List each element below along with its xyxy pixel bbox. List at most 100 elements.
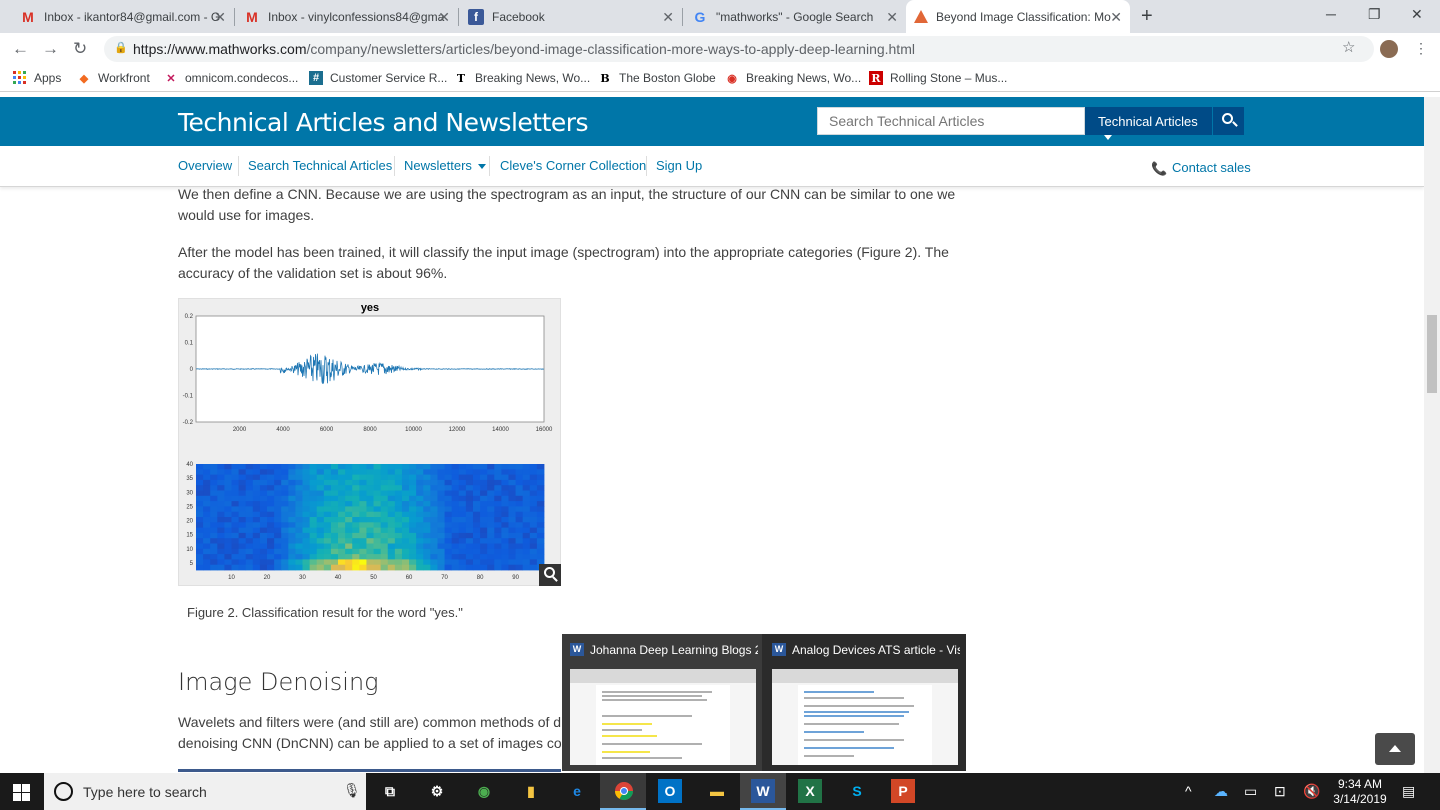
search-button[interactable] — [1213, 107, 1244, 135]
microphone-icon[interactable]: 🎙 — [343, 782, 361, 799]
thumbnail-window-1[interactable]: W Johanna Deep Learning Blogs 2... — [562, 634, 762, 771]
restore-icon[interactable]: ❐ — [1368, 6, 1381, 23]
bookmark-news[interactable]: ◉ Breaking News, Wo... — [725, 71, 861, 85]
bookmark-customer-service[interactable]: # Customer Service R... — [309, 71, 447, 85]
contact-sales-link[interactable]: Contact sales — [1172, 160, 1251, 175]
windows-start-icon[interactable] — [13, 784, 30, 801]
spectrogram-cell — [259, 543, 268, 550]
spectrogram-cell — [387, 495, 396, 502]
bookmark-star-icon[interactable]: ☆ — [1342, 38, 1355, 56]
nav-sign-up[interactable]: Sign Up — [656, 158, 702, 173]
internet-explorer-icon[interactable]: e — [565, 779, 589, 803]
url-text[interactable]: https://www.mathworks.com/company/newsle… — [133, 41, 915, 57]
spectrogram-cell — [359, 479, 367, 486]
spectrogram-cell — [267, 543, 275, 550]
zoom-button[interactable] — [539, 564, 561, 586]
nav-cleves-corner[interactable]: Cleve's Corner Collection — [500, 158, 646, 173]
skype-icon[interactable]: S — [845, 779, 869, 803]
condeco-icon: ✕ — [166, 72, 176, 85]
close-icon[interactable]: ✕ — [438, 9, 450, 26]
preview-line — [804, 755, 854, 757]
spectrogram-cell — [238, 474, 247, 481]
forward-arrow-icon[interactable]: → — [42, 39, 59, 59]
back-arrow-icon[interactable]: ← — [12, 39, 29, 59]
search-input[interactable] — [817, 107, 1085, 135]
bookmark-condeco[interactable]: ✕ omnicom.condecos... — [164, 71, 298, 85]
spectrogram-cell — [529, 548, 538, 555]
bookmark-nyt[interactable]: T Breaking News, Wo... — [454, 71, 590, 85]
task-view-icon[interactable]: ⧉ — [378, 779, 402, 803]
spectrogram-cell — [231, 543, 240, 550]
spectrogram-cell — [210, 506, 218, 513]
file-explorer-icon[interactable]: ▬ — [705, 779, 729, 803]
window-close-icon[interactable]: ✕ — [1411, 6, 1423, 23]
search-scope-dropdown[interactable]: Technical Articles — [1085, 107, 1212, 141]
bookmark-workfront[interactable]: ◆ Workfront — [77, 71, 150, 85]
globe-app-icon[interactable]: ◉ — [472, 779, 496, 803]
spectrogram-cell — [345, 527, 353, 534]
outlook-icon[interactable]: O — [658, 779, 682, 803]
tab-gmail-2[interactable]: M Inbox - vinylconfessions84@gma ✕ — [236, 0, 458, 33]
tab-google-search[interactable]: G "mathworks" - Google Search ✕ — [684, 0, 906, 33]
taskbar-clock[interactable]: 9:34 AM 3/14/2019 — [1322, 777, 1398, 807]
bookmark-boston-globe[interactable]: B The Boston Globe — [598, 71, 715, 85]
spectrogram-cell — [224, 517, 232, 523]
close-icon[interactable]: ✕ — [662, 9, 674, 26]
settings-gear-icon[interactable]: ⚙ — [425, 779, 449, 803]
spectrogram-cell — [359, 464, 367, 470]
network-icon[interactable]: ⊡ — [1274, 783, 1286, 800]
spectrogram-cell — [338, 495, 346, 502]
chrome-icon[interactable] — [612, 779, 636, 803]
file-icon[interactable]: ▮ — [519, 779, 543, 803]
spectrogram-cell — [430, 495, 438, 502]
tab-facebook[interactable]: f Facebook ✕ — [460, 0, 682, 33]
taskbar-search-box[interactable]: Type here to search 🎙 — [44, 773, 366, 810]
close-icon[interactable]: ✕ — [1110, 9, 1122, 26]
spectrogram-cell — [437, 532, 445, 539]
spectrogram-cell — [508, 464, 516, 470]
powerpoint-icon[interactable]: P — [891, 779, 915, 803]
spectrogram-cell — [288, 485, 296, 491]
bookmark-apps[interactable]: Apps — [13, 71, 61, 85]
close-icon[interactable]: ✕ — [886, 9, 898, 26]
tab-gmail-1[interactable]: M Inbox - ikantor84@gmail.com - G ✕ — [12, 0, 234, 33]
spectrogram-cell — [288, 469, 296, 475]
bookmark-rolling-stone[interactable]: R Rolling Stone – Mus... — [869, 71, 1007, 85]
spectrogram-cell — [210, 464, 218, 470]
menu-kebab-icon[interactable]: ⋮ — [1414, 40, 1428, 57]
new-tab-icon[interactable]: + — [1141, 5, 1153, 28]
spectrogram-cell — [430, 479, 438, 486]
spectrogram-cell — [409, 543, 417, 550]
spectrogram-cell — [430, 522, 438, 528]
spectrogram-cell — [480, 543, 488, 550]
chevron-up-icon[interactable]: ^ — [1185, 783, 1192, 799]
spectrogram-cell — [508, 548, 516, 555]
site-title[interactable]: Technical Articles and Newsletters — [178, 108, 589, 137]
notifications-icon[interactable]: ▤ — [1402, 783, 1415, 800]
battery-icon[interactable]: ▭ — [1244, 783, 1257, 800]
volume-muted-icon[interactable]: 🔇 — [1303, 783, 1320, 800]
scrollbar-thumb[interactable] — [1427, 315, 1437, 393]
spectrogram-cell — [259, 469, 268, 475]
tab-mathworks-article[interactable]: Beyond Image Classification: Mo ✕ — [906, 0, 1130, 33]
spectrogram-cell — [423, 522, 431, 528]
spectrogram-cell — [501, 554, 509, 560]
spectrogram-cell — [522, 522, 531, 528]
word-icon[interactable]: W — [751, 779, 775, 803]
thumbnail-window-2[interactable]: W Analog Devices ATS article - Vis... — [764, 634, 964, 771]
minimize-icon[interactable]: ─ — [1326, 6, 1336, 22]
reload-icon[interactable]: ↻ — [73, 39, 87, 59]
nav-search-technical-articles[interactable]: Search Technical Articles — [248, 158, 392, 173]
onedrive-icon[interactable]: ☁ — [1214, 783, 1228, 800]
excel-icon[interactable]: X — [798, 779, 822, 803]
address-bar[interactable]: 🔒 https://www.mathworks.com/company/news… — [104, 36, 1374, 62]
page-scrollbar[interactable] — [1424, 97, 1440, 773]
figure-2[interactable]: yes 0.2 0.1 0 -0.1 -0.2 2000 4000 6000 8000 1000… — [178, 298, 561, 586]
close-icon[interactable]: ✕ — [214, 9, 226, 26]
nav-newsletters[interactable]: Newsletters — [404, 158, 486, 173]
profile-avatar[interactable] — [1380, 40, 1398, 58]
scroll-to-top-button[interactable] — [1375, 733, 1415, 765]
spectrogram-cell — [281, 490, 289, 497]
nav-overview[interactable]: Overview — [178, 158, 232, 173]
spectrogram-cell — [444, 511, 453, 518]
